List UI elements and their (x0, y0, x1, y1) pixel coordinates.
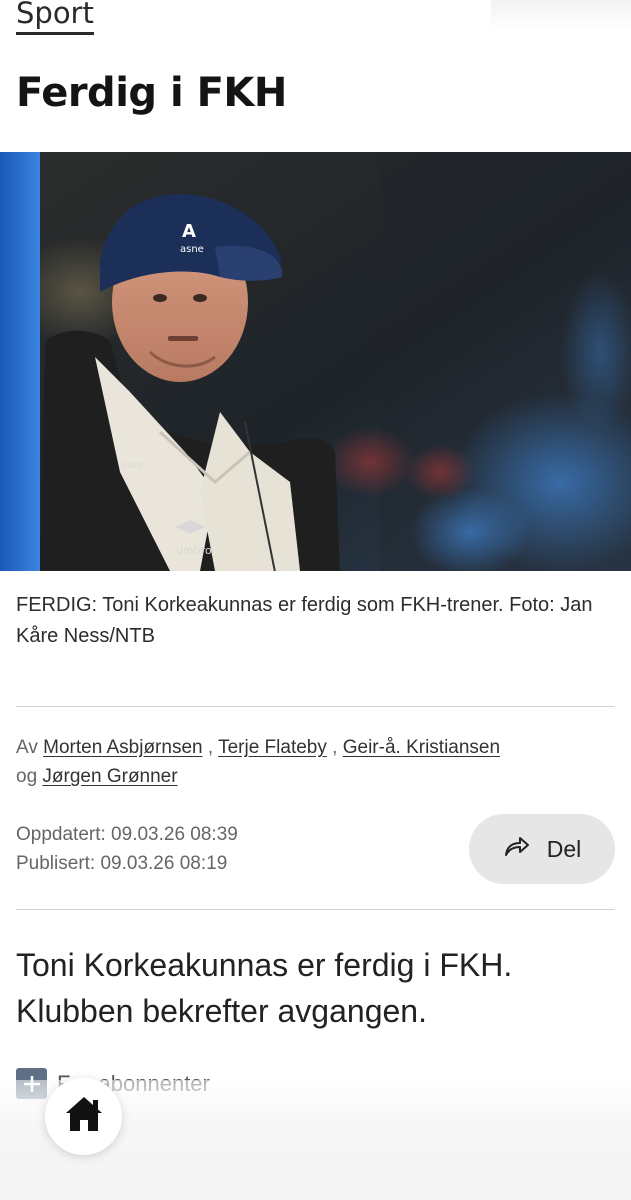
divider-top (16, 706, 615, 707)
author-link-jorgen-gronner[interactable]: Jørgen Grønner (42, 766, 177, 787)
svg-text:asne: asne (180, 244, 204, 255)
author-link-terje-flateby[interactable]: Terje Flateby (218, 737, 327, 758)
svg-text:umbro: umbro (176, 544, 212, 557)
top-shade (491, 0, 631, 30)
hero-photo: A asne umbro puro (0, 152, 631, 571)
share-arrow-icon (503, 834, 531, 864)
byline-separator: , (332, 737, 338, 758)
article-dates: Oppdatert: 09.03.26 08:39 Publisert: 09.… (16, 820, 238, 878)
byline-conjunction: og (16, 766, 38, 787)
share-button[interactable]: Del (469, 814, 615, 884)
home-icon (63, 1094, 105, 1139)
published-timestamp: Publisert: 09.03.26 08:19 (16, 853, 228, 874)
home-button[interactable] (45, 1078, 122, 1155)
author-link-geir-a-kristiansen[interactable]: Geir-å. Kristiansen (343, 737, 500, 758)
svg-text:puro: puro (122, 461, 143, 471)
hero-image[interactable]: A asne umbro puro (0, 152, 631, 571)
image-caption: FERDIG: Toni Korkeakunnas er ferdig som … (16, 594, 593, 647)
byline-separator: , (207, 737, 214, 758)
byline: Av Morten Asbjørnsen , Terje Flateby , G… (16, 733, 616, 791)
article-lead: Toni Korkeakunnas er ferdig i FKH. Klubb… (16, 947, 513, 1029)
updated-timestamp: Oppdatert: 09.03.26 08:39 (16, 824, 238, 845)
section-link-sport[interactable]: Sport (16, 0, 94, 35)
svg-text:A: A (182, 221, 196, 242)
article-title: Ferdig i FKH (16, 70, 287, 116)
divider-bottom (16, 909, 615, 910)
author-link-morten-asbjornsen[interactable]: Morten Asbjørnsen (43, 737, 202, 758)
byline-prefix: Av (16, 737, 38, 758)
share-label: Del (546, 835, 582, 862)
